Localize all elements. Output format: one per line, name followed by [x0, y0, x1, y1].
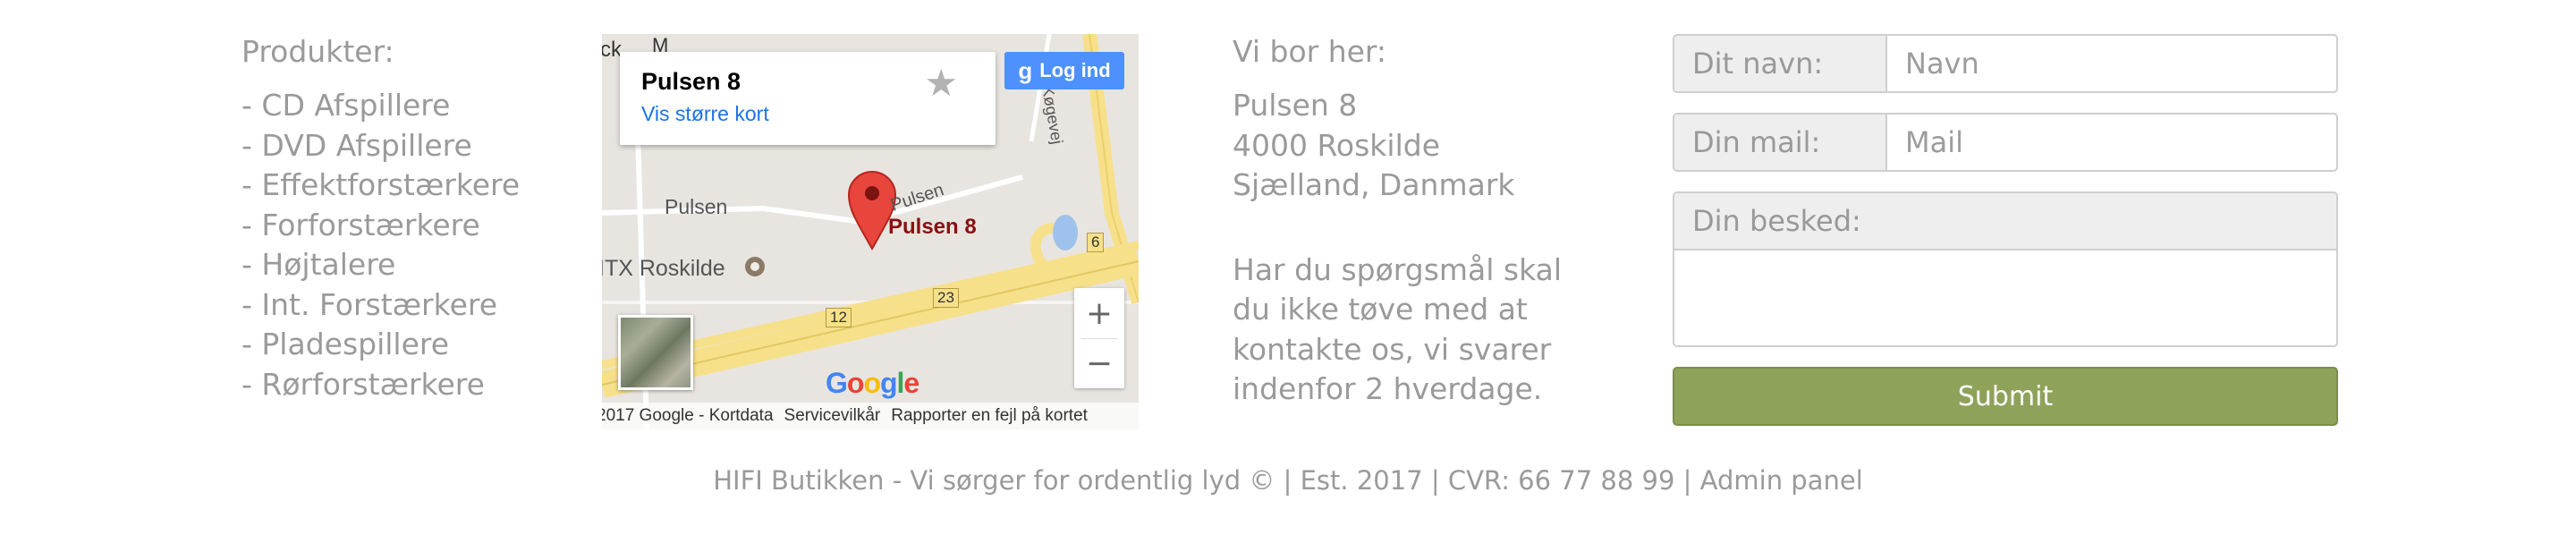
- login-label: Log ind: [1039, 59, 1111, 81]
- map-info-card: Pulsen 8 Vis større kort ★: [620, 52, 996, 145]
- contact-note-line: Har du spørgsmål skal: [1233, 251, 1563, 287]
- message-textarea[interactable]: [1674, 251, 2336, 345]
- product-link-cd[interactable]: - CD Afspillere: [242, 88, 450, 123]
- address-street: Pulsen 8: [1233, 88, 1358, 123]
- google-plus-icon: g: [1018, 56, 1033, 84]
- map-edge-label: ck: [602, 38, 622, 62]
- message-field-group: Din besked:: [1673, 191, 2338, 347]
- map-attribution: 2017 Google - Kortdata Servicevilkår Rap…: [602, 403, 1139, 429]
- contact-form: Dit navn: Navn Din mail: Mail Din besked…: [1673, 34, 2338, 426]
- address-region: Sjælland, Danmark: [1233, 167, 1515, 202]
- footer-text: HIFI Butikken - Vi sørger for ordentlig …: [713, 465, 1863, 496]
- list-item[interactable]: - DVD Afspillere: [242, 126, 546, 166]
- product-link-plade[interactable]: - Pladespillere: [242, 327, 449, 361]
- zoom-in-button[interactable]: +: [1074, 288, 1124, 338]
- mail-input[interactable]: Mail: [1887, 115, 2336, 170]
- star-icon[interactable]: ★: [924, 61, 958, 105]
- message-label: Din besked:: [1674, 193, 2336, 251]
- mail-label: Din mail:: [1674, 115, 1887, 170]
- address-city: 4000 Roskilde: [1233, 127, 1440, 163]
- larger-map-link[interactable]: Vis større kort: [641, 102, 769, 126]
- product-link-int[interactable]: - Int. Forstærkere: [242, 287, 497, 322]
- contact-note-line: kontakte os, vi svarer: [1233, 331, 1552, 367]
- zoom-control: + −: [1074, 288, 1124, 388]
- product-link-dvd[interactable]: - DVD Afspillere: [242, 128, 472, 163]
- logo-letter: o: [846, 367, 865, 399]
- logo-letter: G: [826, 367, 848, 399]
- road-shield-12: 12: [826, 308, 852, 327]
- street-label-pulsen: Pulsen: [665, 195, 728, 218]
- google-logo: Google: [826, 367, 919, 400]
- product-link-hojtalere[interactable]: - Højtalere: [242, 247, 395, 282]
- products-section: Produkter: - CD Afspillere - DVD Afspill…: [242, 32, 546, 404]
- logo-letter: e: [903, 367, 919, 399]
- report-error-link[interactable]: Rapporter en fejl på kortet: [891, 406, 1088, 426]
- terms-link[interactable]: Servicevilkår: [784, 406, 881, 426]
- zoom-out-button[interactable]: −: [1074, 338, 1124, 388]
- product-link-ror[interactable]: - Rørforstærkere: [242, 367, 485, 402]
- pin-label[interactable]: Pulsen 8: [888, 215, 977, 240]
- submit-button[interactable]: Submit: [1673, 367, 2338, 426]
- product-link-forforst[interactable]: - Forforstærkere: [242, 208, 480, 242]
- logo-letter: g: [879, 367, 898, 399]
- logo-letter: o: [863, 367, 881, 399]
- contact-note: Har du spørgsmål skal du ikke tøve med a…: [1233, 251, 1608, 410]
- list-item[interactable]: - Pladespillere: [242, 325, 546, 365]
- product-link-effekt[interactable]: - Effektforstærkere: [242, 167, 520, 202]
- name-label: Dit navn:: [1674, 36, 1887, 91]
- list-item[interactable]: - Rørforstærkere: [242, 365, 546, 405]
- google-map[interactable]: Pulsen Pulsen Køgevej ITX Roskilde ck M …: [602, 34, 1139, 429]
- map-data-credit: 2017 Google - Kortdata: [602, 406, 774, 425]
- name-input[interactable]: Navn: [1887, 36, 2336, 91]
- map-place-name: Pulsen 8: [641, 68, 741, 95]
- satellite-toggle[interactable]: [618, 315, 693, 390]
- products-heading: Produkter:: [242, 34, 394, 69]
- address-section: Vi bor her: Pulsen 8 4000 Roskilde Sjæll…: [1233, 32, 1608, 410]
- list-item[interactable]: - Højtalere: [242, 245, 546, 285]
- poi-label[interactable]: ITX Roskilde: [602, 256, 725, 282]
- name-field-group: Dit navn: Navn: [1673, 34, 2338, 93]
- address-heading: Vi bor her:: [1233, 34, 1387, 69]
- list-item[interactable]: - Forforstærkere: [242, 206, 546, 246]
- contact-note-line: indenfor 2 hverdage.: [1233, 371, 1543, 406]
- list-item[interactable]: - CD Afspillere: [242, 86, 546, 126]
- zoom-divider: [1081, 338, 1117, 339]
- contact-note-line: du ikke tøve med at: [1233, 292, 1528, 327]
- road-shield-6: 6: [1087, 233, 1105, 252]
- list-item[interactable]: - Int. Forstærkere: [242, 285, 546, 326]
- road-shield-23: 23: [933, 288, 959, 308]
- list-item[interactable]: - Effektforstærkere: [242, 166, 546, 206]
- google-login-button[interactable]: g Log ind: [1004, 52, 1124, 89]
- products-list: - CD Afspillere - DVD Afspillere - Effek…: [242, 86, 546, 404]
- mail-field-group: Din mail: Mail: [1673, 113, 2338, 172]
